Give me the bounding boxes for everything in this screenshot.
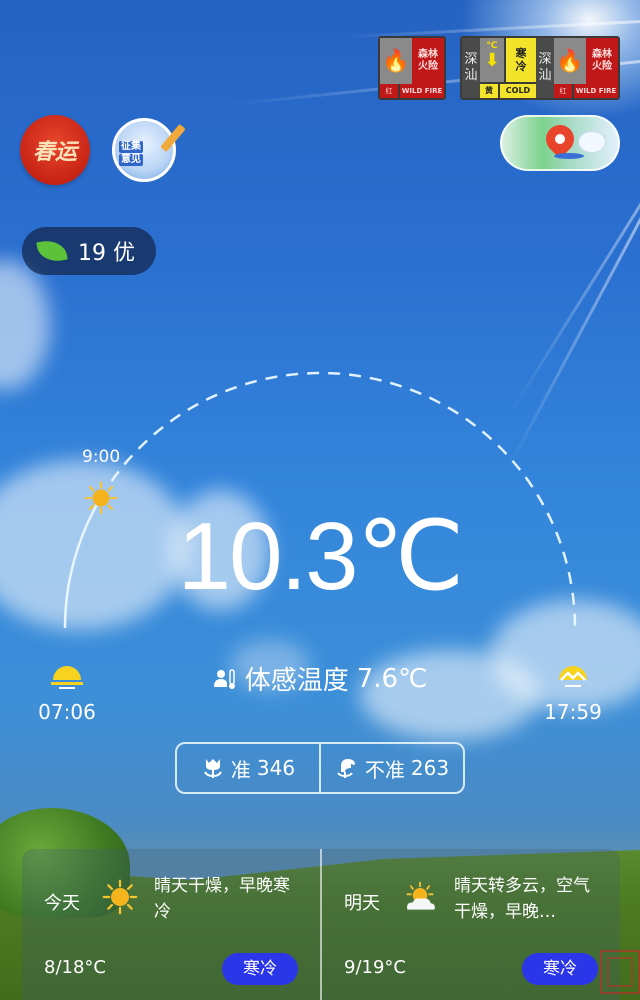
vote-accurate-button[interactable]: 准 346 <box>177 744 319 792</box>
forecast-today[interactable]: 今天 晴天干燥，早晚寒冷 8/18°C 寒冷 <box>22 849 320 1000</box>
feels-like-label: 体感温度 <box>244 666 349 696</box>
feels-like: 体感温度 7.6℃ <box>0 660 640 697</box>
current-temperature: 10.3℃ <box>177 503 465 610</box>
person-thermometer-icon <box>213 668 235 689</box>
flower-icon <box>204 759 222 778</box>
forecast-tomorrow[interactable]: 明天 晴天转多云，空气干燥，早晚… 9/19°C 寒冷 <box>320 849 620 1000</box>
day-temperature-range: 9/19°C <box>344 957 406 978</box>
forecast-accuracy-vote: 准 346 不准 263 <box>175 742 465 794</box>
sunrise-time: 07:06 <box>38 700 96 724</box>
wilted-flower-icon <box>337 759 355 778</box>
watermark-stamp <box>600 950 640 994</box>
sunset-time: 17:59 <box>544 700 602 724</box>
day-name: 今天 <box>44 893 80 914</box>
day-badge: 寒冷 <box>222 953 298 985</box>
day-temperature-range: 8/18°C <box>44 957 106 978</box>
accurate-label: 准 <box>230 757 251 782</box>
day-badge: 寒冷 <box>522 953 598 985</box>
day-description: 晴天干燥，早晚寒冷 <box>154 876 290 922</box>
inaccurate-label: 不准 <box>364 757 405 782</box>
partly-cloudy-icon <box>406 881 435 910</box>
daily-forecast: 今天 晴天干燥，早晚寒冷 8/18°C 寒冷 明天 晴天转多云，空气干燥，早晚…… <box>22 849 620 1000</box>
sunny-icon <box>102 879 138 915</box>
vote-inaccurate-button[interactable]: 不准 263 <box>319 744 463 792</box>
inaccurate-count: 263 <box>410 756 450 780</box>
day-name: 明天 <box>344 893 380 914</box>
feels-like-value: 7.6℃ <box>356 663 428 694</box>
current-time-label: 9:00 <box>82 447 121 467</box>
accurate-count: 346 <box>256 756 296 780</box>
day-description: 晴天转多云，空气干燥，早晚… <box>454 876 590 922</box>
